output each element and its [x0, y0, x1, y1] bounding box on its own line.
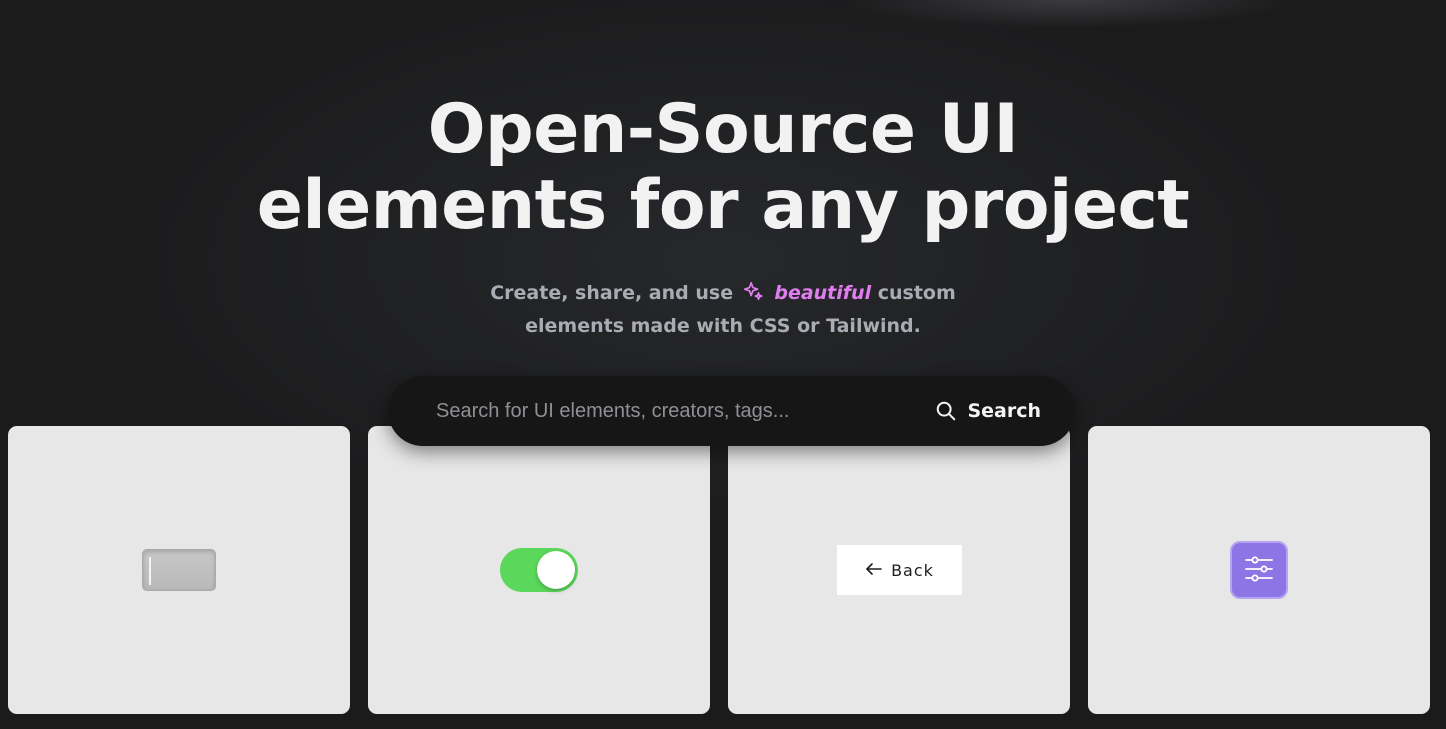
- hero-subtitle: Create, share, and use beautiful custom …: [0, 278, 1446, 341]
- search-bar: Search: [388, 376, 1075, 446]
- element-card-input[interactable]: [8, 426, 350, 714]
- search-input[interactable]: [436, 376, 896, 446]
- subtitle-text-1: Create, share, and use: [490, 282, 734, 304]
- element-card-settings[interactable]: [1088, 426, 1430, 714]
- preview-back-button[interactable]: Back: [837, 545, 962, 595]
- hero-title-line2: elements for any project: [256, 166, 1190, 245]
- arrow-left-icon: [865, 561, 883, 580]
- element-card-toggle[interactable]: [368, 426, 710, 714]
- hero-title: Open-Source UI elements for any project: [0, 92, 1446, 244]
- sparkle-icon: [742, 280, 764, 311]
- search-icon: [935, 400, 957, 422]
- search-button[interactable]: Search: [935, 393, 1041, 429]
- element-card-back-button[interactable]: Back: [728, 426, 1070, 714]
- hero-subtitle-line1: Create, share, and use beautiful custom: [0, 278, 1446, 311]
- toggle-knob: [537, 551, 575, 589]
- preview-text-input[interactable]: [142, 549, 216, 591]
- preview-toggle-switch[interactable]: [500, 548, 578, 592]
- page: Open-Source UI elements for any project …: [0, 0, 1446, 729]
- preview-settings-button[interactable]: [1230, 541, 1288, 599]
- hero-subtitle-line2: elements made with CSS or Tailwind.: [525, 315, 921, 337]
- subtitle-text-2: custom: [877, 282, 956, 304]
- search-button-label: Search: [967, 400, 1041, 422]
- text-caret: [149, 557, 151, 585]
- sliders-icon: [1244, 555, 1274, 586]
- subtitle-accent: beautiful: [774, 282, 872, 304]
- back-button-label: Back: [891, 560, 934, 580]
- hero-title-line1: Open-Source UI: [427, 90, 1019, 169]
